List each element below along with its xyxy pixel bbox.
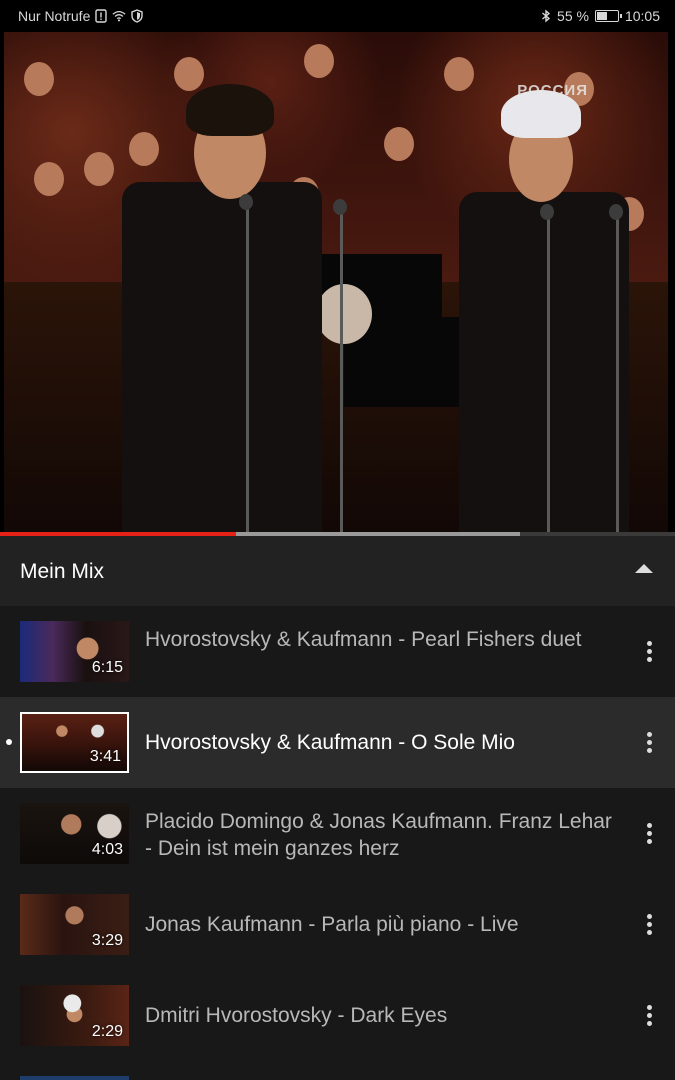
status-left: Nur Notrufe <box>18 8 144 24</box>
microphone <box>540 204 554 220</box>
choir-face <box>34 162 64 196</box>
playlist-item[interactable]: 4:03 Placido Domingo & Jonas Kaufmann. F… <box>0 788 675 879</box>
battery-percent: 55 % <box>557 8 589 24</box>
microphone <box>333 199 347 215</box>
video-duration: 3:41 <box>89 748 121 765</box>
carrier-label: Nur Notrufe <box>18 8 91 24</box>
battery-icon <box>594 10 622 22</box>
video-title: Dmitri Hvorostovsky - Dark Eyes <box>145 1004 448 1027</box>
choir-face <box>444 57 474 91</box>
channel-watermark: РОССИЯ <box>517 82 588 99</box>
video-frame[interactable]: РОССИЯ <box>4 32 668 532</box>
playlist-header[interactable]: Mein Mix <box>0 536 675 606</box>
playlist-item-now-playing[interactable]: 3:41 Hvorostovsky & Kaufmann - O Sole Mi… <box>0 697 675 788</box>
more-options-icon[interactable] <box>641 1003 657 1029</box>
choir-face <box>84 152 114 186</box>
video-thumbnail[interactable]: 3:41 <box>20 712 129 773</box>
choir-face <box>24 62 54 96</box>
sim-alert-icon <box>95 9 108 23</box>
microphone-stand <box>340 212 343 532</box>
video-thumbnail[interactable]: 4:03 <box>20 803 129 864</box>
collapse-arrow-icon[interactable] <box>635 564 653 573</box>
microphone-stand <box>246 207 249 532</box>
playlist-title: Mein Mix <box>20 560 105 583</box>
more-options-icon[interactable] <box>641 821 657 847</box>
next-thumbnail-peek <box>20 1076 129 1080</box>
singer-left-hair <box>186 84 274 136</box>
video-thumbnail[interactable]: 2:29 <box>20 985 129 1046</box>
video-title: Jonas Kaufmann - Parla più piano - Live <box>145 913 519 936</box>
status-bar: Nur Notrufe 55 % 10:05 <box>0 0 675 32</box>
video-title: Hvorostovsky & Kaufmann - Pearl Fishers … <box>145 628 582 651</box>
shield-icon <box>131 9 144 23</box>
microphone-stand <box>616 217 619 532</box>
video-duration: 6:15 <box>91 659 123 676</box>
battery-level-fill <box>596 12 608 20</box>
more-options-icon[interactable] <box>641 639 657 665</box>
playlist-list: 6:15 Hvorostovsky & Kaufmann - Pearl Fis… <box>0 606 675 1061</box>
status-right: 55 % 10:05 <box>539 8 660 24</box>
choir-face <box>129 132 159 166</box>
video-thumbnail[interactable]: 6:15 <box>20 621 129 682</box>
wifi-icon <box>112 10 126 22</box>
video-player[interactable]: РОССИЯ <box>0 32 675 536</box>
more-options-icon[interactable] <box>641 912 657 938</box>
clock: 10:05 <box>624 8 660 24</box>
more-options-icon[interactable] <box>641 730 657 756</box>
choir-face <box>384 127 414 161</box>
microphone-stand <box>547 217 550 532</box>
choir-face <box>174 57 204 91</box>
video-duration: 2:29 <box>91 1023 123 1040</box>
bluetooth-icon <box>542 9 551 23</box>
video-duration: 3:29 <box>91 932 123 949</box>
video-title: Placido Domingo & Jonas Kaufmann. Franz … <box>145 810 612 860</box>
singer-right <box>459 192 629 532</box>
video-title: Hvorostovsky & Kaufmann - O Sole Mio <box>145 731 515 754</box>
video-thumbnail[interactable]: 3:29 <box>20 894 129 955</box>
playlist-item[interactable]: 2:29 Dmitri Hvorostovsky - Dark Eyes <box>0 970 675 1061</box>
microphone <box>239 194 253 210</box>
musician-head <box>316 284 372 344</box>
microphone <box>609 204 623 220</box>
singer-left <box>122 182 322 532</box>
now-playing-indicator <box>6 739 12 745</box>
choir-face <box>304 44 334 78</box>
video-duration: 4:03 <box>91 841 123 858</box>
playlist-item[interactable]: 6:15 Hvorostovsky & Kaufmann - Pearl Fis… <box>0 606 675 697</box>
playlist-item[interactable]: 3:29 Jonas Kaufmann - Parla più piano - … <box>0 879 675 970</box>
